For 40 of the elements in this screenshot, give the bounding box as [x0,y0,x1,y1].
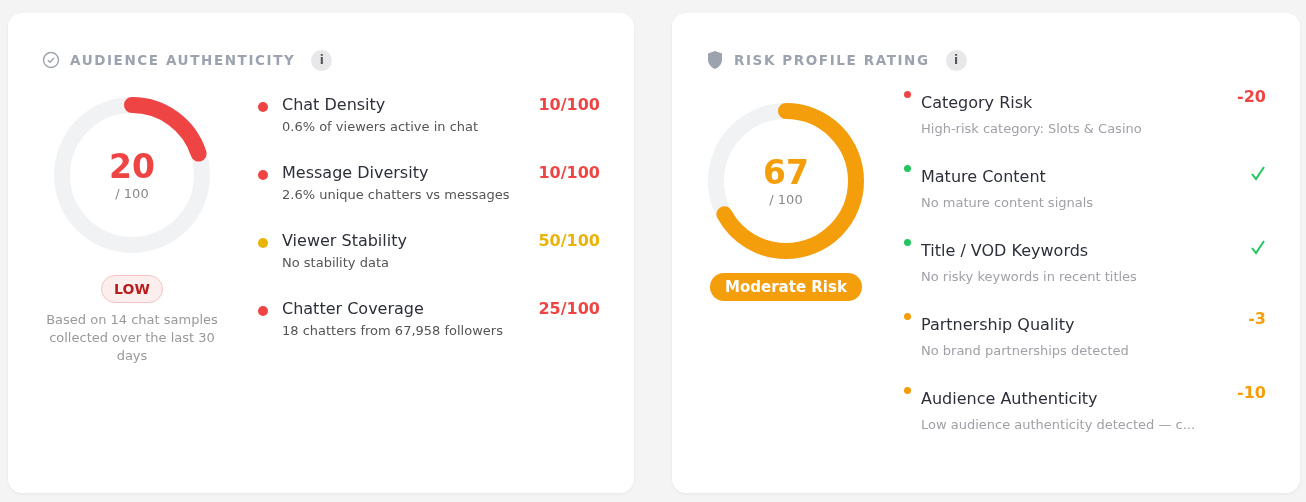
factor-detail: No brand partnerships detected [921,343,1130,358]
metric-detail: No stability data [282,255,390,270]
factor-detail: No risky keywords in recent titles [921,269,1138,284]
score-value: 20 [109,149,155,183]
shield-icon [706,50,724,70]
metric-score: 10/100 [538,163,600,184]
checkmark-icon [1250,239,1266,255]
factor-detail: Low audience authenticity detected — c... [921,417,1197,432]
factor-name: Category Risk [921,93,1034,112]
info-icon[interactable]: i [311,49,333,71]
sample-note: Based on 14 chat samples collected over the last 30 days [45,311,219,365]
rating-badge: Moderate Risk [710,273,862,301]
metric-score: 50/100 [538,231,600,252]
metric-name: Viewer Stability [282,231,408,250]
metric-score: 25/100 [538,299,600,320]
metric-name: Chat Density [282,95,387,114]
factor-name: Partnership Quality [921,315,1076,334]
factor-score: -3 [1248,309,1266,330]
metric-detail: 0.6% of viewers active in chat [282,119,480,134]
metric-name: Chatter Coverage [282,299,425,318]
rating-badge: LOW [101,275,163,303]
metric-detail: 2.6% unique chatters vs messages [282,187,511,202]
score-scale: / 100 [115,185,149,201]
metric-score: 10/100 [538,95,600,116]
factor-score: -10 [1237,383,1266,404]
metric-name: Message Diversity [282,163,430,182]
section-title: RISK PROFILE RATING [734,52,930,68]
factor-score: -20 [1237,87,1266,108]
score-value: 67 [763,155,809,189]
factor-name: Title / VOD Keywords [921,241,1090,260]
score-scale: / 100 [769,191,803,207]
check-circle-icon [42,51,60,69]
factor-detail: High-risk category: Slots & Casino [921,121,1143,136]
section-title: AUDIENCE AUTHENTICITY [70,52,296,68]
checkmark-icon [1250,165,1266,181]
factor-name: Mature Content [921,167,1047,186]
metric-detail: 18 chatters from 67,958 followers [282,323,504,338]
info-icon[interactable]: i [945,49,967,71]
factor-name: Audience Authenticity [921,389,1099,408]
factor-detail: No mature content signals [921,195,1095,210]
